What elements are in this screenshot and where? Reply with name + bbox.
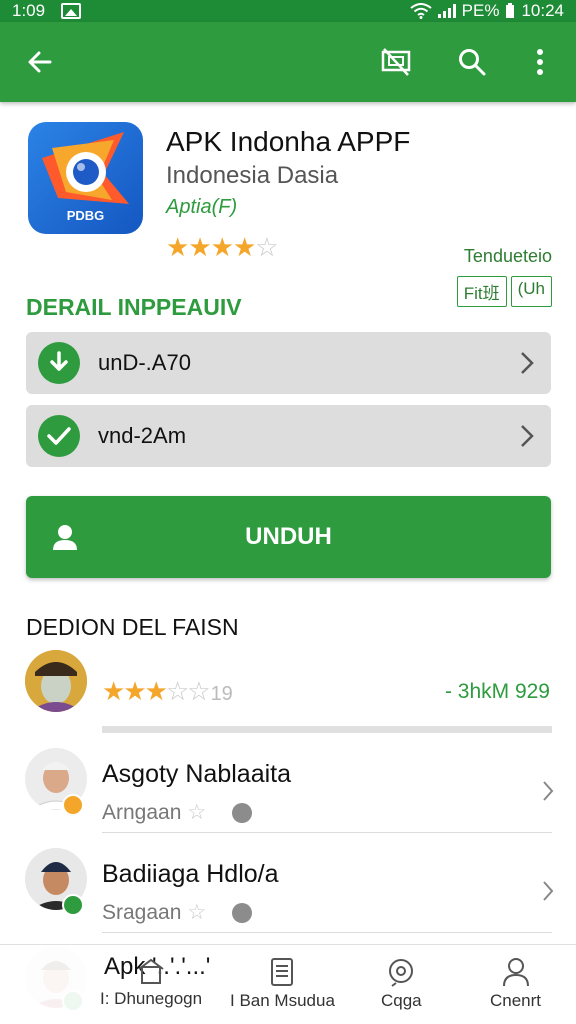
divider: [102, 726, 552, 733]
list-item[interactable]: Badiiaga Hdlo/a Sragaan ☆: [0, 842, 576, 942]
detail-row-label: unD-.A70: [98, 350, 191, 375]
search-icon: [389, 959, 414, 987]
list-item[interactable]: Asgoty Nablaaita Arngaan ☆: [0, 742, 576, 842]
star-outline-icon: ☆: [255, 232, 278, 262]
star-icon: ★: [144, 676, 168, 706]
star-icon: ★: [123, 676, 146, 706]
arrow-left-icon: [28, 51, 52, 73]
trending-tags: Fit班 (Uh: [456, 276, 552, 307]
detail-row-label: vnd-2Am: [98, 423, 187, 448]
status-time-right: 10:24: [521, 1, 564, 20]
star-outline-icon: ☆: [165, 676, 189, 706]
nav-label: I: Dhunegogn: [100, 989, 203, 1008]
review-rating: ★★★☆☆ 19: [102, 676, 233, 707]
divider: [102, 832, 552, 833]
status-bar: 1:09 PE% 10:24: [0, 0, 576, 22]
detail-row-download[interactable]: unD-.A70: [26, 332, 551, 394]
person-icon: [502, 958, 529, 987]
person-icon: [53, 525, 77, 550]
document-icon: [271, 958, 294, 986]
list-item-name: Asgoty Nablaaita: [102, 760, 292, 788]
chevron-right-icon: [515, 424, 539, 448]
check-icon: [38, 415, 80, 457]
wifi-icon: [410, 3, 432, 19]
globe-icon: [232, 902, 253, 923]
nav-item-library[interactable]: I Ban Msudua: [230, 957, 335, 1011]
chevron-right-icon: [542, 880, 554, 907]
app-icon[interactable]: PDBG: [28, 122, 143, 234]
app-rating: ★★★★☆: [166, 232, 279, 263]
nav-label: I Ban Msudua: [230, 991, 335, 1010]
screen: 1:09 PE% 10:24 PDBG APK Indonha APPF Ind…: [0, 0, 576, 1024]
star-icon: ★: [102, 676, 125, 706]
cast-button[interactable]: [374, 40, 418, 84]
list-item-sub-label: Arngaan: [102, 800, 182, 824]
chevron-right-icon: [515, 351, 539, 375]
list-item-sub-label: Sragaan: [102, 900, 182, 924]
app-bar: [0, 22, 576, 102]
search-icon: [459, 49, 486, 76]
app-title: APK Indonha APPF: [166, 126, 411, 157]
install-button[interactable]: UNDUH: [26, 496, 551, 578]
detail-section-title: DERAIL INPPEAUIV: [26, 294, 242, 320]
star-outline-icon: ☆: [187, 801, 207, 824]
divider: [102, 932, 552, 933]
more-vert-icon: [537, 49, 543, 75]
globe-icon: [232, 802, 253, 823]
search-button[interactable]: [450, 40, 494, 84]
star-outline-icon: ☆: [187, 901, 207, 924]
status-time-left: 1:09: [12, 1, 46, 20]
badge-icon: [62, 894, 84, 916]
app-category[interactable]: Aptia(F): [166, 196, 237, 219]
battery-percent: PE%: [461, 1, 500, 20]
star-outline-icon: ☆: [187, 676, 210, 706]
home-icon: [138, 958, 164, 984]
back-button[interactable]: [18, 40, 62, 84]
nav-item-account[interactable]: Cnenrt: [490, 957, 541, 1011]
more-options-button[interactable]: [518, 40, 562, 84]
nav-item-home[interactable]: I: Dhunegogn: [100, 957, 202, 1009]
star-icon: ★: [232, 232, 256, 262]
review-count: - 3hkM 929: [444, 680, 550, 703]
star-icon: ★: [166, 232, 189, 262]
battery-icon: [506, 3, 515, 18]
nav-label: Cnenrt: [490, 991, 542, 1010]
detail-row-verified[interactable]: vnd-2Am: [26, 405, 551, 467]
nav-label: Cqga: [381, 991, 422, 1010]
download-icon: [38, 342, 80, 384]
list-item-subtitle: Arngaan ☆: [102, 800, 253, 825]
bottom-navigation: Apk '..'.'...' I: Dhunegogn I Ban Msudua…: [0, 944, 576, 1024]
screen-cast-icon: [381, 48, 411, 76]
review-summary: ★★★☆☆ 19 - 3hkM 929: [0, 648, 576, 738]
badge-icon: [62, 794, 84, 816]
signal-icon: [437, 4, 456, 18]
reviews-section-title: DEDION DEL FAISN: [26, 614, 239, 640]
chevron-right-icon: [542, 780, 554, 807]
star-icon: ★: [210, 232, 234, 262]
app-icon-label: PDBG: [66, 208, 105, 223]
trending-tag[interactable]: (Uh: [510, 276, 552, 307]
review-rating-number: 19: [210, 683, 233, 705]
image-notification-icon: [61, 3, 82, 19]
install-button-label: UNDUH: [245, 523, 332, 550]
app-developer[interactable]: Indonesia Dasia: [166, 162, 338, 190]
trending-label: Tendueteio: [463, 246, 552, 266]
app-header: PDBG APK Indonha APPF Indonesia Dasia Ap…: [0, 102, 576, 307]
avatar[interactable]: [25, 650, 87, 712]
star-icon: ★: [188, 232, 211, 262]
trending-tag[interactable]: Fit班: [456, 276, 507, 307]
list-item-subtitle: Sragaan ☆: [102, 900, 253, 925]
nav-item-search[interactable]: Cqga: [381, 957, 422, 1011]
list-item-name: Badiiaga Hdlo/a: [102, 860, 279, 888]
